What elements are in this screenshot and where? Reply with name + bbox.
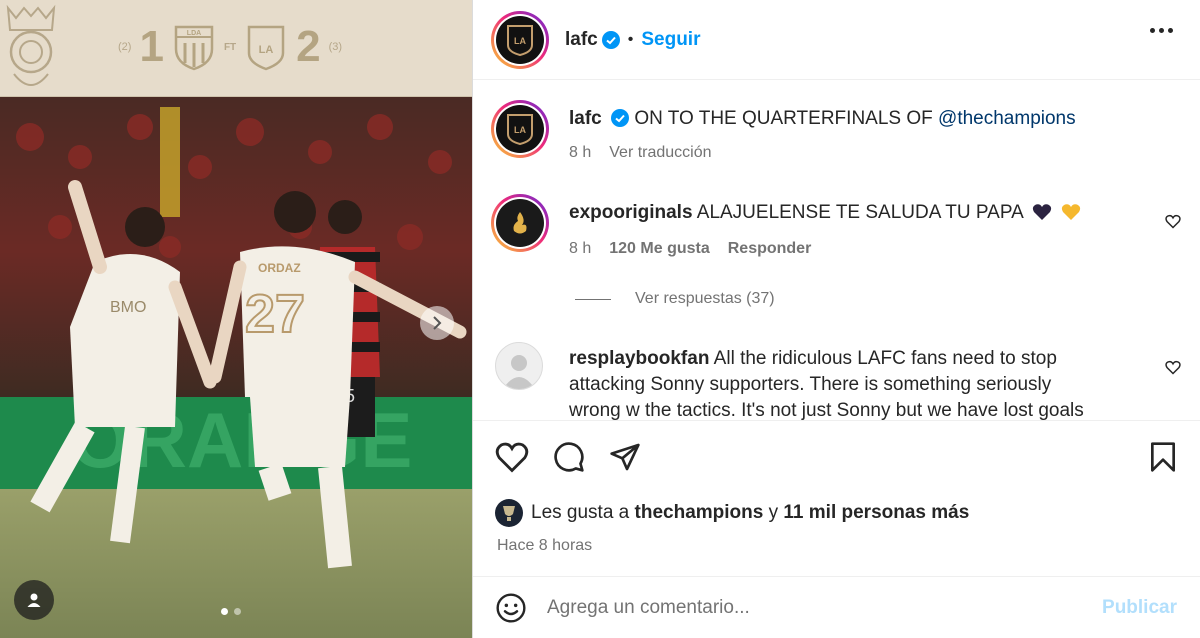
lafc-logo-icon: LA <box>507 24 533 56</box>
away-goals: 2 <box>296 22 321 71</box>
carousel-next-button[interactable] <box>420 306 454 340</box>
post-actions: Les gusta a thechampions y 11 mil person… <box>473 420 1200 576</box>
comment-username[interactable]: resplaybookfan <box>569 348 709 369</box>
yellow-heart-icon <box>1061 203 1081 221</box>
author-username[interactable]: lafc <box>565 29 598 51</box>
caption-username[interactable]: lafc <box>569 108 602 129</box>
like-comment-button[interactable] <box>1165 214 1181 234</box>
caption: lafc ON TO THE QUARTERFINALS OF @thecham… <box>569 106 1076 132</box>
more-options-icon[interactable] <box>1150 28 1173 33</box>
home-crest-label: LDA <box>187 30 201 37</box>
user-icon <box>27 593 41 607</box>
caption-avatar[interactable]: LA <box>491 100 549 158</box>
player-center-number: 27 <box>245 284 305 344</box>
comment-composer: Publicar <box>473 576 1200 638</box>
caption-mention-link[interactable]: @thechampions <box>938 108 1076 129</box>
verified-badge-icon <box>611 109 630 127</box>
like-button[interactable] <box>495 441 529 473</box>
away-crest-icon: LA <box>244 22 288 72</box>
home-aggregate: (2) <box>118 41 132 53</box>
view-replies-label: Ver respuestas (37) <box>635 290 775 307</box>
champions-cup-logo <box>6 4 56 86</box>
view-replies-button[interactable]: Ver respuestas (37) <box>575 290 775 308</box>
likes-summary: Les gusta a thechampions y 11 mil person… <box>495 499 969 527</box>
home-goals: 1 <box>139 22 164 71</box>
likes-prefix: Les gusta a <box>531 502 630 523</box>
player-left-shirt: BMO <box>110 299 146 316</box>
comment-button[interactable] <box>553 441 585 473</box>
carousel-dot <box>234 608 241 615</box>
black-heart-icon <box>1032 203 1052 221</box>
translate-link[interactable]: Ver traducción <box>609 144 711 162</box>
champions-cup-icon <box>503 506 515 521</box>
post-media[interactable]: (2) 1 LDA FT LA 2 (3) ORANGE BMO ORDAZ 2… <box>0 0 472 638</box>
verified-badge-icon <box>601 30 620 49</box>
publish-button[interactable]: Publicar <box>1102 597 1177 619</box>
caption-age: 8 h <box>569 144 592 161</box>
comment-avatar[interactable] <box>491 194 549 252</box>
share-button[interactable] <box>609 441 641 473</box>
scoreboard-banner: (2) 1 LDA FT LA 2 (3) <box>0 0 472 97</box>
liker-avatar[interactable] <box>495 499 523 527</box>
save-button[interactable] <box>1149 441 1177 478</box>
lafc-logo-icon: LA <box>507 114 533 146</box>
flame-logo-icon <box>513 212 527 234</box>
like-comment-button[interactable] <box>1165 360 1181 380</box>
caption-meta: 8 h Ver traducción <box>569 144 712 162</box>
reply-button[interactable]: Responder <box>728 240 812 258</box>
post-timestamp[interactable]: Hace 8 horas <box>497 537 592 555</box>
svg-text:LA: LA <box>514 125 526 135</box>
emoji-icon <box>496 592 526 623</box>
comment-body: ALAJUELENSE TE SALUDA TU PAPA <box>696 202 1023 223</box>
comment-username[interactable]: expooriginals <box>569 202 693 223</box>
comment-body-line1: All the ridiculous LAFC fans need to sto… <box>713 348 1057 369</box>
comments-list[interactable]: LA lafc ON TO THE QUARTERFINALS OF @thec… <box>473 80 1200 420</box>
heart-outline-icon <box>1165 214 1181 229</box>
carousel-dots <box>221 608 241 615</box>
emoji-picker-button[interactable] <box>495 592 527 624</box>
comment-avatar-default[interactable] <box>495 342 543 390</box>
author-avatar[interactable]: LA <box>491 10 549 69</box>
post-header: LA lafc • Seguir <box>473 0 1200 80</box>
follow-button[interactable]: Seguir <box>641 29 700 51</box>
paper-plane-icon <box>610 443 640 471</box>
comment-body-line3: wrong w the tactics. It's not just Sonny… <box>569 400 1084 420</box>
header-separator: • <box>627 30 634 48</box>
svg-text:LA: LA <box>514 36 526 46</box>
chevron-right-icon <box>433 316 442 330</box>
likes-others-link[interactable]: 11 mil personas más <box>783 502 969 524</box>
heart-outline-icon <box>495 442 529 473</box>
caption-text: ON TO THE QUARTERFINALS OF <box>634 108 933 129</box>
comment-age: 8 h <box>569 240 592 257</box>
bookmark-icon <box>1151 442 1175 472</box>
likes-joiner: y <box>768 502 779 523</box>
default-user-icon <box>503 355 535 389</box>
svg-text:LA: LA <box>259 44 274 56</box>
comment-input[interactable] <box>547 596 1067 619</box>
comment-body-line2: attacking Sonny supporters. There is som… <box>569 374 1052 395</box>
comment-text: resplaybookfan All the ridiculous LAFC f… <box>569 346 1169 420</box>
match-status: FT <box>223 41 237 53</box>
tagged-users-button[interactable] <box>14 580 54 620</box>
player-center-name: ORDAZ <box>258 261 301 275</box>
comment-likes[interactable]: 120 Me gusta <box>609 240 709 258</box>
comment-text: expooriginals ALAJUELENSE TE SALUDA TU P… <box>569 200 1081 226</box>
away-aggregate: (3) <box>328 41 343 53</box>
comment-meta: 8 h 120 Me gusta Responder <box>569 240 811 258</box>
replies-divider <box>575 298 611 300</box>
post-panel: LA lafc • Seguir LA lafc ON TO THE QUART… <box>472 0 1200 638</box>
carousel-dot-active <box>221 608 228 615</box>
heart-outline-icon <box>1165 360 1181 375</box>
liker-account-link[interactable]: thechampions <box>635 502 764 524</box>
score-row: (2) 1 LDA FT LA 2 (3) <box>118 22 342 72</box>
comment-bubble-icon <box>554 442 584 472</box>
home-crest-icon: LDA <box>172 22 216 72</box>
match-photo: ORANGE BMO 25 ORDA <box>0 97 472 638</box>
